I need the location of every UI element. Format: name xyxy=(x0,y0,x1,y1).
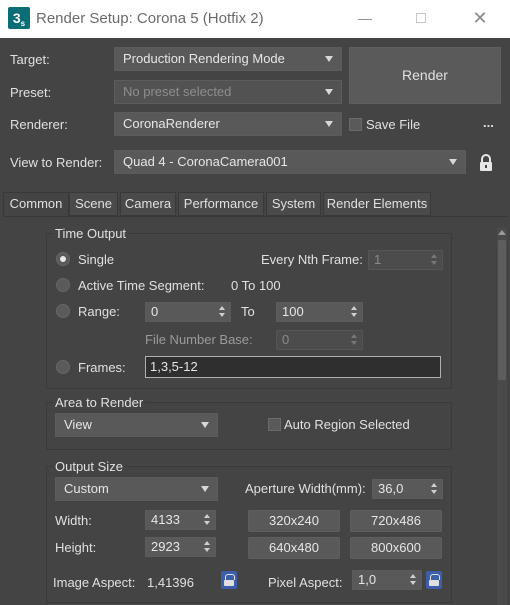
range-start-value: 0 xyxy=(151,304,159,319)
link-icon[interactable] xyxy=(426,571,442,589)
link-icon[interactable] xyxy=(221,571,237,589)
aperture-width-value: 36,0 xyxy=(378,481,404,496)
active-time-segment-value: 0 To 100 xyxy=(231,278,281,293)
single-label: Single xyxy=(78,252,115,267)
preset-label: Preset: xyxy=(10,85,52,100)
render-button[interactable]: Render xyxy=(349,47,501,104)
preset-value: No preset selected xyxy=(123,84,232,99)
height-value: 2923 xyxy=(151,539,180,554)
range-label: Range: xyxy=(78,304,120,319)
spinner-arrows-icon[interactable] xyxy=(351,306,358,318)
preset-800x600-button[interactable]: 800x600 xyxy=(350,537,442,559)
pixel-aspect-spinner[interactable]: 1,0 xyxy=(352,570,422,590)
target-dropdown[interactable]: Production Rendering Mode xyxy=(114,47,342,71)
width-spinner[interactable]: 4133 xyxy=(145,510,216,530)
chevron-down-icon xyxy=(325,56,333,62)
tab-common[interactable]: Common xyxy=(3,192,69,218)
preset-640x480-button[interactable]: 640x480 xyxy=(248,537,340,559)
file-number-base-spinner[interactable]: 0 xyxy=(276,330,363,350)
file-number-base-label: File Number Base: xyxy=(145,332,253,347)
tab-scene[interactable]: Scene xyxy=(69,192,118,216)
area-to-render-value: View xyxy=(64,417,92,432)
renderer-label: Renderer: xyxy=(10,117,68,132)
range-end-spinner[interactable]: 100 xyxy=(276,302,363,322)
range-end-value: 100 xyxy=(282,304,304,319)
chevron-down-icon xyxy=(449,159,457,165)
minimize-icon[interactable]: — xyxy=(355,8,375,28)
scrollbar-thumb[interactable] xyxy=(498,240,506,380)
view-to-render-value: Quad 4 - CoronaCamera001 xyxy=(123,154,288,169)
frames-label: Frames: xyxy=(78,360,126,375)
tab-camera[interactable]: Camera xyxy=(120,192,176,216)
chevron-down-icon xyxy=(201,486,209,492)
spinner-arrows-icon[interactable] xyxy=(204,541,211,553)
output-size-title: Output Size xyxy=(53,459,125,474)
range-start-spinner[interactable]: 0 xyxy=(145,302,231,322)
auto-region-checkbox[interactable] xyxy=(268,418,281,431)
app-3dsmax-icon: 3s xyxy=(8,7,30,29)
tab-performance[interactable]: Performance xyxy=(178,192,264,216)
spinner-arrows-icon[interactable] xyxy=(431,483,438,495)
range-radio[interactable] xyxy=(56,304,70,318)
preset-320x240-button[interactable]: 320x240 xyxy=(248,510,340,532)
renderer-value: CoronaRenderer xyxy=(123,116,220,131)
aperture-width-label: Aperture Width(mm): xyxy=(245,481,366,496)
frames-radio[interactable] xyxy=(56,360,70,374)
title-bar: 3s Render Setup: Corona 5 (Hotfix 2) — ✕ xyxy=(0,0,510,38)
renderer-dropdown[interactable]: CoronaRenderer xyxy=(114,112,342,136)
scroll-up-icon[interactable] xyxy=(497,228,507,238)
lock-icon[interactable] xyxy=(479,154,493,172)
chevron-down-icon xyxy=(201,422,209,428)
chevron-down-icon xyxy=(325,89,333,95)
file-number-base-value: 0 xyxy=(282,332,290,347)
active-time-segment-radio[interactable] xyxy=(56,278,70,292)
height-label: Height: xyxy=(55,540,97,555)
time-output-title: Time Output xyxy=(53,226,129,241)
every-nth-frame-spinner[interactable]: 1 xyxy=(368,250,443,270)
spinner-arrows-icon[interactable] xyxy=(351,334,358,346)
spinner-arrows-icon[interactable] xyxy=(431,254,438,266)
every-nth-frame-label: Every Nth Frame: xyxy=(261,252,363,267)
vertical-scrollbar[interactable] xyxy=(497,228,507,605)
more-options-button[interactable]: ... xyxy=(483,115,494,130)
maximize-icon[interactable] xyxy=(411,8,431,28)
view-to-render-label: View to Render: xyxy=(10,155,103,170)
area-to-render-title: Area to Render xyxy=(53,395,146,410)
aperture-width-spinner[interactable]: 36,0 xyxy=(372,479,443,499)
single-radio[interactable] xyxy=(56,252,70,266)
target-label: Target: xyxy=(10,52,50,67)
tab-render-elements[interactable]: Render Elements xyxy=(323,192,431,216)
range-to-label: To xyxy=(241,304,255,319)
frames-input[interactable]: 1,3,5-12 xyxy=(145,356,441,378)
pixel-aspect-label: Pixel Aspect: xyxy=(268,575,343,590)
save-file-checkbox[interactable] xyxy=(349,118,362,131)
output-size-value: Custom xyxy=(64,481,109,496)
window-title: Render Setup: Corona 5 (Hotfix 2) xyxy=(36,10,264,27)
output-size-dropdown[interactable]: Custom xyxy=(55,477,218,501)
active-time-segment-label: Active Time Segment: xyxy=(78,278,205,293)
width-value: 4133 xyxy=(151,512,180,527)
width-label: Width: xyxy=(55,513,92,528)
target-value: Production Rendering Mode xyxy=(123,51,285,66)
pixel-aspect-value: 1,0 xyxy=(358,572,377,587)
spinner-arrows-icon[interactable] xyxy=(219,306,226,318)
preset-dropdown[interactable]: No preset selected xyxy=(114,80,342,104)
preset-720x486-button[interactable]: 720x486 xyxy=(350,510,442,532)
every-nth-frame-value: 1 xyxy=(374,252,382,267)
spinner-arrows-icon[interactable] xyxy=(204,514,211,526)
tab-system[interactable]: System xyxy=(266,192,321,216)
spinner-arrows-icon[interactable] xyxy=(410,574,417,586)
save-file-label: Save File xyxy=(366,117,421,132)
image-aspect-label: Image Aspect: xyxy=(53,575,136,590)
height-spinner[interactable]: 2923 xyxy=(145,537,216,557)
close-icon[interactable]: ✕ xyxy=(470,8,490,28)
chevron-down-icon xyxy=(325,121,333,127)
view-to-render-dropdown[interactable]: Quad 4 - CoronaCamera001 xyxy=(114,150,466,174)
area-to-render-dropdown[interactable]: View xyxy=(55,413,218,437)
image-aspect-value: 1,41396 xyxy=(147,575,194,590)
auto-region-label: Auto Region Selected xyxy=(284,417,410,432)
